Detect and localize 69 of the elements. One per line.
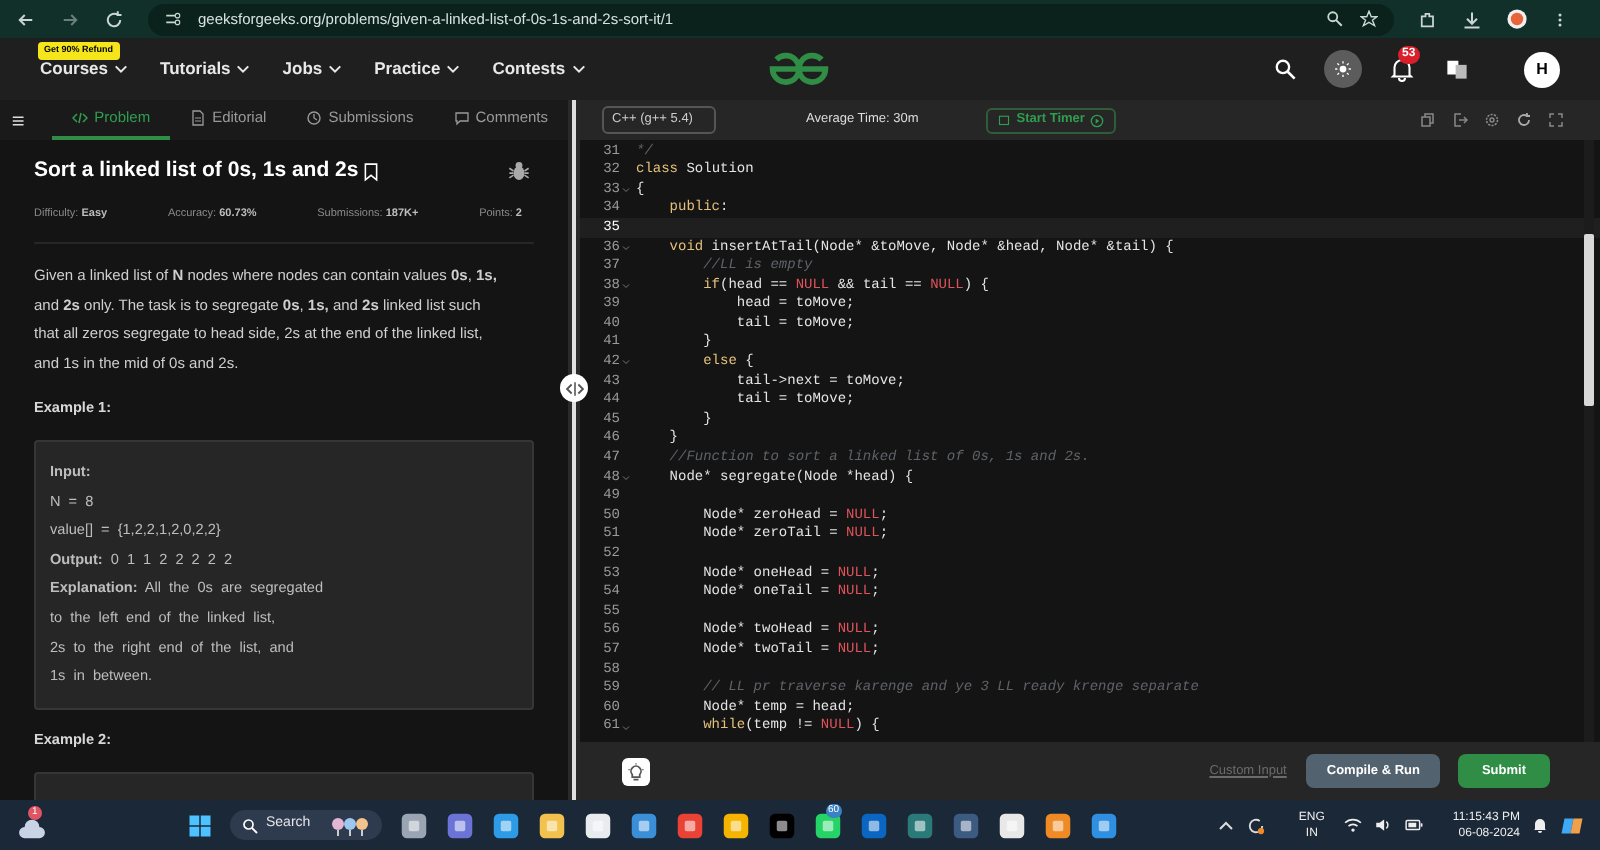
scrollbar-thumb[interactable] [1584, 234, 1594, 406]
document-icon [190, 110, 207, 126]
bell-icon[interactable] [1390, 56, 1414, 82]
settings-icon[interactable] [1484, 112, 1500, 128]
nav-menu-link[interactable]: Jobs [282, 56, 343, 82]
resize-icon [565, 379, 583, 397]
app-icon[interactable] [630, 811, 658, 839]
bell-icon[interactable] [1532, 816, 1548, 834]
theme-toggle[interactable] [1324, 50, 1362, 88]
zoom-icon[interactable] [1326, 10, 1344, 28]
sun-icon [1334, 60, 1352, 78]
nav-menu-link[interactable]: Contests [492, 56, 586, 82]
search-icon [242, 817, 258, 833]
code-icon [72, 110, 89, 126]
app-icon[interactable] [584, 811, 612, 839]
profile-icon[interactable] [1506, 8, 1528, 30]
chevron-down-icon [571, 62, 586, 76]
app-icon[interactable] [676, 811, 704, 839]
chevron-down-icon [328, 62, 343, 76]
chevron-up-icon[interactable] [1218, 817, 1235, 833]
app-icon[interactable] [1044, 811, 1072, 839]
download-icon[interactable] [1462, 9, 1482, 29]
play-circle-icon [1090, 113, 1105, 127]
app-icon[interactable] [446, 811, 474, 839]
app-icon[interactable] [952, 811, 980, 839]
app-icon[interactable] [860, 811, 888, 839]
reload-icon[interactable] [104, 9, 124, 29]
wifi-icon[interactable] [1344, 816, 1363, 834]
forward-icon[interactable] [60, 9, 80, 29]
sync-icon[interactable] [1246, 815, 1267, 835]
cloud-icon[interactable] [16, 815, 48, 839]
chevron-down-icon [446, 62, 461, 76]
avatar[interactable]: H [1524, 51, 1560, 87]
bug-icon[interactable] [508, 160, 530, 183]
app-icon[interactable] [538, 811, 566, 839]
app-icon[interactable] [906, 811, 934, 839]
copy-icon[interactable] [1420, 112, 1436, 128]
chevron-down-icon [114, 62, 129, 76]
fullscreen-icon[interactable] [1548, 112, 1564, 128]
translate-icon[interactable] [1446, 58, 1468, 80]
app-icon[interactable] [1090, 811, 1118, 839]
site-settings-icon[interactable] [164, 10, 182, 28]
clock-icon [306, 110, 323, 126]
export-icon[interactable] [1452, 112, 1468, 128]
app-icon[interactable] [768, 811, 796, 839]
copilot-icon[interactable] [1560, 813, 1584, 837]
bookmark-icon[interactable] [362, 161, 381, 182]
lightbulb-icon [626, 761, 646, 781]
nav-menu-link[interactable]: Courses [40, 56, 129, 82]
volume-icon[interactable] [1374, 816, 1393, 834]
calendar-icon [998, 114, 1011, 126]
app-icon[interactable] [492, 811, 520, 839]
star-icon[interactable] [1360, 10, 1378, 28]
battery-icon[interactable] [1404, 816, 1425, 834]
back-icon[interactable] [16, 9, 36, 29]
hint-button[interactable] [622, 757, 650, 785]
extensions-icon[interactable] [1418, 9, 1438, 29]
app-icon[interactable] [400, 811, 428, 839]
nav-menu-link[interactable]: Practice [374, 56, 461, 82]
problem-title: Sort a linked list of 0s, 1s and 2s [34, 156, 359, 186]
search-highlight-drawing [330, 815, 370, 835]
windows-icon[interactable] [188, 813, 212, 837]
chevron-down-icon [236, 62, 251, 76]
chat-bubble-icon [453, 110, 470, 126]
search-icon[interactable] [1274, 58, 1296, 80]
app-icon[interactable] [722, 811, 750, 839]
nav-menu-link[interactable]: Tutorials [160, 56, 251, 82]
app-icon[interactable] [998, 811, 1026, 839]
reset-icon[interactable] [1516, 112, 1532, 128]
